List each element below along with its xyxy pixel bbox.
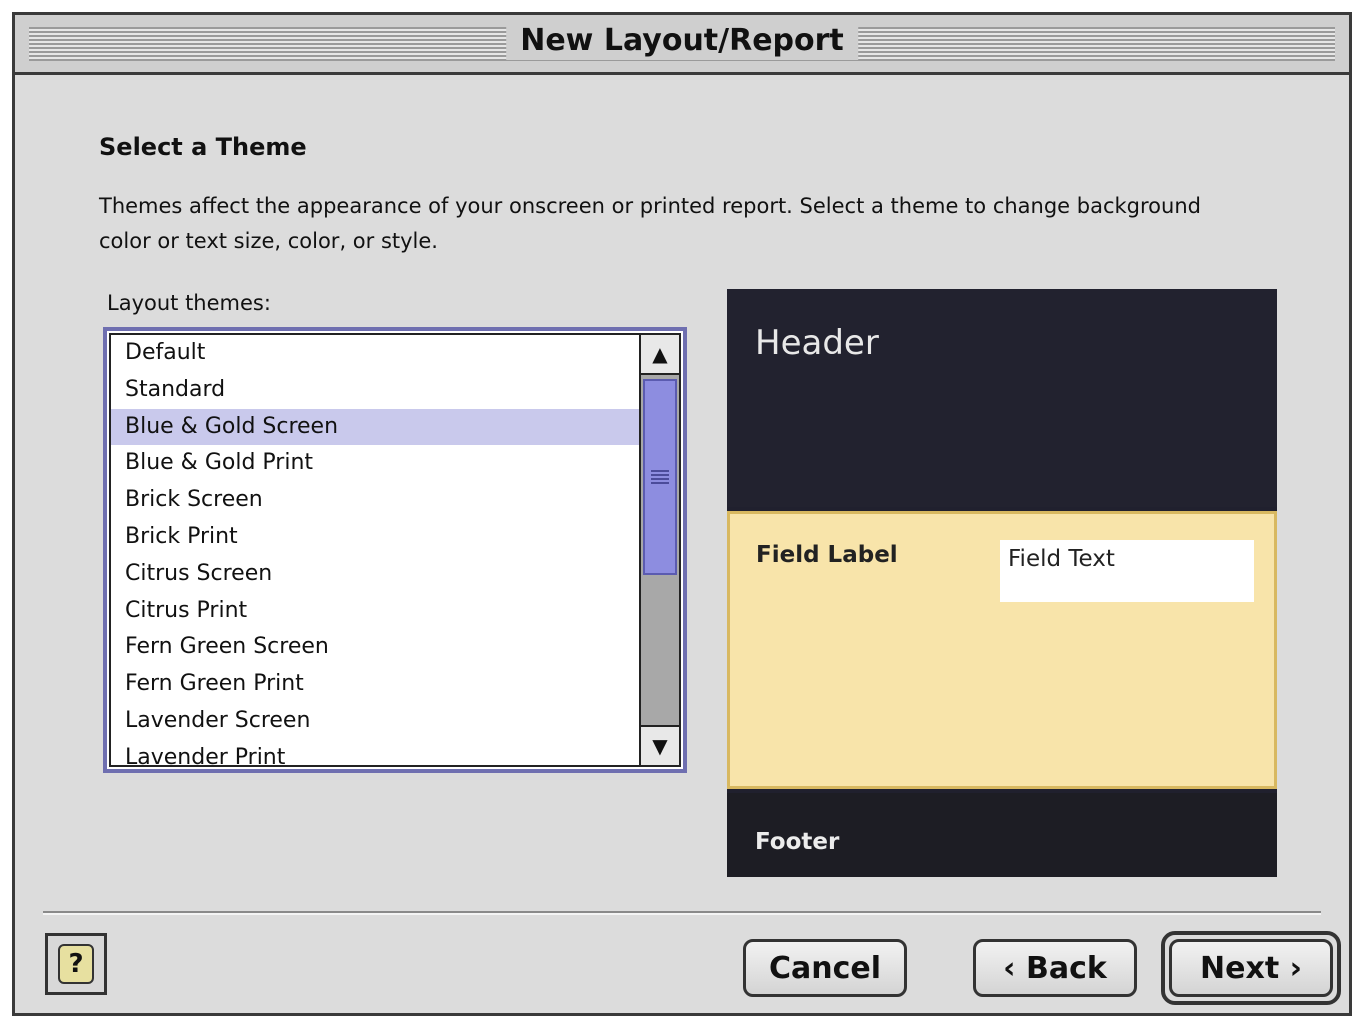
list-item[interactable]: Citrus Screen	[111, 556, 639, 593]
preview-body: Field Label Field Text	[727, 511, 1277, 789]
scroll-up-arrow-icon[interactable]: ▲	[641, 335, 679, 375]
list-scrollbar[interactable]: ▲ ▼	[639, 333, 681, 767]
cancel-button[interactable]: Cancel	[743, 939, 907, 997]
footer-divider	[43, 911, 1321, 915]
list-item[interactable]: Fern Green Print	[111, 666, 639, 703]
theme-preview: Header Field Label Field Text Footer	[727, 289, 1277, 877]
list-item[interactable]: Lavender Print	[111, 740, 639, 765]
layout-themes-list[interactable]: Default Standard Blue & Gold Screen Blue & …	[103, 327, 687, 773]
list-item[interactable]: Brick Print	[111, 519, 639, 556]
section-heading: Select a Theme	[99, 133, 307, 161]
help-icon: ?	[58, 944, 94, 984]
layout-themes-items: Default Standard Blue & Gold Screen Blue & …	[109, 333, 639, 767]
list-item[interactable]: Citrus Print	[111, 593, 639, 630]
list-item[interactable]: Default	[111, 335, 639, 372]
window-title: New Layout/Report	[506, 21, 858, 60]
layout-themes-label: Layout themes:	[107, 291, 271, 315]
scroll-thumb[interactable]	[643, 379, 677, 575]
list-item[interactable]: Lavender Screen	[111, 703, 639, 740]
list-item[interactable]: Blue & Gold Print	[111, 445, 639, 482]
list-item-selected[interactable]: Blue & Gold Screen	[111, 408, 639, 446]
new-layout-report-dialog: New Layout/Report Select a Theme Themes …	[12, 12, 1352, 1016]
preview-footer: Footer	[727, 793, 1277, 877]
preview-footer-text: Footer	[755, 829, 840, 855]
scroll-grip-icon	[651, 470, 669, 484]
preview-field-text: Field Text	[1000, 540, 1254, 602]
list-item[interactable]: Standard	[111, 372, 639, 409]
scroll-down-arrow-icon[interactable]: ▼	[641, 725, 679, 765]
back-button[interactable]: ‹ Back	[973, 939, 1137, 997]
preview-header-text: Header	[755, 323, 879, 363]
preview-header: Header	[727, 289, 1277, 507]
help-button[interactable]: ?	[45, 933, 107, 995]
preview-field-label: Field Label	[756, 542, 898, 568]
title-bar[interactable]: New Layout/Report	[15, 15, 1349, 75]
next-button[interactable]: Next ›	[1169, 939, 1333, 997]
list-item[interactable]: Brick Screen	[111, 482, 639, 519]
section-description: Themes affect the appearance of your ons…	[99, 194, 1201, 253]
list-item[interactable]: Fern Green Screen	[111, 629, 639, 666]
